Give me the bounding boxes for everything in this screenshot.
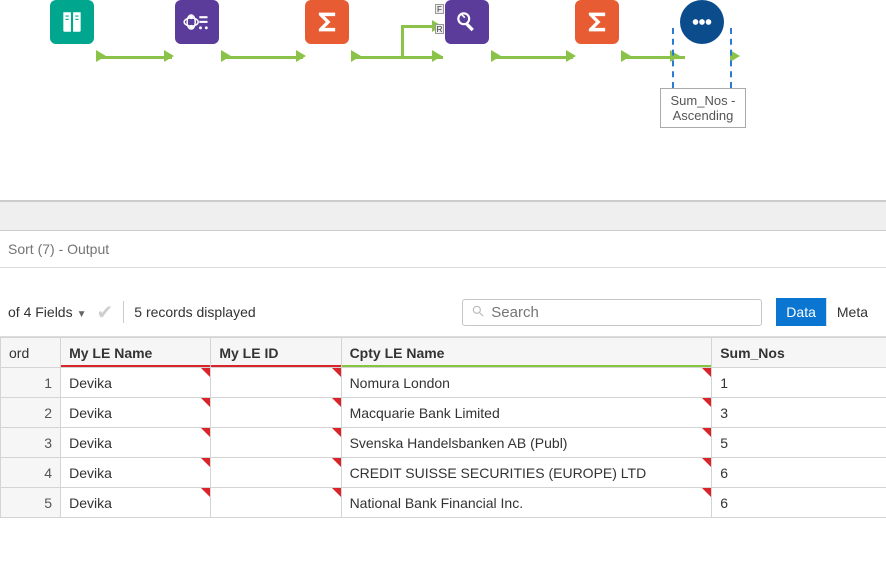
apply-check-button[interactable]: ✔ bbox=[97, 300, 114, 325]
tool-summarize[interactable] bbox=[575, 0, 619, 44]
table-row[interactable]: 5Devika National Bank Financial Inc.6 bbox=[1, 488, 886, 518]
join-badge-r: R bbox=[435, 24, 444, 34]
connection bbox=[100, 56, 172, 59]
col-sum-nos[interactable]: Sum_Nos bbox=[712, 338, 886, 368]
search-icon bbox=[471, 304, 485, 321]
tool-sort[interactable] bbox=[680, 0, 724, 44]
search-input[interactable] bbox=[491, 304, 753, 321]
tool-summarize[interactable] bbox=[305, 0, 349, 44]
join-badge-f: F bbox=[435, 4, 444, 14]
cell-sum-nos: 6 bbox=[712, 488, 886, 518]
chevron-down-icon: ▼ bbox=[77, 309, 87, 320]
anchor-in-icon bbox=[566, 50, 576, 62]
table-row[interactable]: 1DevikaNomura London1 bbox=[1, 368, 886, 398]
cell-my-le-id bbox=[211, 488, 341, 518]
cell-my-le-id bbox=[211, 458, 341, 488]
cell-sum-nos: 3 bbox=[712, 398, 886, 428]
cell-cpty-le-name: Macquarie Bank Limited bbox=[341, 398, 712, 428]
tool-annotation[interactable]: Sum_Nos - Ascending bbox=[660, 88, 746, 128]
cell-my-le-name: Devika bbox=[61, 428, 211, 458]
anchor-out-icon bbox=[621, 50, 631, 62]
anchor-in-icon bbox=[432, 50, 442, 62]
results-panel: Sort (7) - Output of 4 Fields▼ ✔ 5 recor… bbox=[0, 200, 886, 518]
cell-my-le-name: Devika bbox=[61, 398, 211, 428]
book-icon bbox=[59, 9, 85, 35]
anchor-out-icon bbox=[96, 50, 106, 62]
cell-my-le-name: Devika bbox=[61, 488, 211, 518]
cell-sum-nos: 6 bbox=[712, 458, 886, 488]
cell-my-le-name: Devika bbox=[61, 368, 211, 398]
cell-cpty-le-name: CREDIT SUISSE SECURITIES (EUROPE) LTD bbox=[341, 458, 712, 488]
atom-icon bbox=[183, 8, 211, 36]
cell-record: 2 bbox=[1, 398, 61, 428]
anchor-out-icon bbox=[351, 50, 361, 62]
tool-formula[interactable] bbox=[175, 0, 219, 44]
table-row[interactable]: 3Devika Svenska Handelsbanken AB (Publ)5 bbox=[1, 428, 886, 458]
metadata-tab-button[interactable]: Meta bbox=[826, 298, 878, 326]
search-box[interactable] bbox=[462, 299, 762, 326]
table-header-row: ord My LE Name My LE ID Cpty LE Name Sum… bbox=[1, 338, 886, 368]
dots-icon bbox=[689, 9, 715, 35]
cell-my-le-id bbox=[211, 398, 341, 428]
cell-sum-nos: 5 bbox=[712, 428, 886, 458]
cell-record: 3 bbox=[1, 428, 61, 458]
cell-my-le-id bbox=[211, 368, 341, 398]
col-my-le-name[interactable]: My LE Name bbox=[61, 338, 211, 368]
anchor-out-icon bbox=[221, 50, 231, 62]
wrench-icon bbox=[454, 9, 480, 35]
connection bbox=[355, 56, 443, 59]
anchor-in-icon bbox=[296, 50, 306, 62]
col-cpty-le-name[interactable]: Cpty LE Name bbox=[341, 338, 712, 368]
connection bbox=[401, 25, 404, 58]
sigma-icon bbox=[583, 8, 611, 36]
cell-cpty-le-name: National Bank Financial Inc. bbox=[341, 488, 712, 518]
col-my-le-id[interactable]: My LE ID bbox=[211, 338, 341, 368]
connection bbox=[225, 56, 303, 59]
cell-cpty-le-name: Nomura London bbox=[341, 368, 712, 398]
cell-sum-nos: 1 bbox=[712, 368, 886, 398]
records-count-label: 5 records displayed bbox=[134, 304, 255, 320]
data-tab-button[interactable]: Data bbox=[776, 298, 826, 326]
workflow-canvas[interactable]: F R Sum_Nos - Ascending bbox=[0, 0, 886, 200]
sigma-icon bbox=[313, 8, 341, 36]
table-row[interactable]: 4Devika CREDIT SUISSE SECURITIES (EUROPE)… bbox=[1, 458, 886, 488]
results-toolbar: of 4 Fields▼ ✔ 5 records displayed Data … bbox=[0, 288, 886, 337]
results-table[interactable]: ord My LE Name My LE ID Cpty LE Name Sum… bbox=[0, 337, 886, 518]
cell-record: 5 bbox=[1, 488, 61, 518]
divider bbox=[123, 301, 124, 323]
tool-text-input[interactable] bbox=[50, 0, 94, 44]
cell-my-le-id bbox=[211, 428, 341, 458]
cell-record: 4 bbox=[1, 458, 61, 488]
cell-my-le-name: Devika bbox=[61, 458, 211, 488]
annotation-line1: Sum_Nos - bbox=[667, 93, 739, 108]
anchor-out-icon bbox=[491, 50, 501, 62]
fields-selector[interactable]: of 4 Fields▼ bbox=[8, 304, 87, 320]
cell-cpty-le-name: Svenska Handelsbanken AB (Publ) bbox=[341, 428, 712, 458]
connection bbox=[495, 56, 573, 59]
cell-record: 1 bbox=[1, 368, 61, 398]
panel-title: Sort (7) - Output bbox=[0, 231, 886, 268]
col-record[interactable]: ord bbox=[1, 338, 61, 368]
tool-find-replace[interactable]: F R bbox=[445, 0, 489, 44]
anchor-in-icon bbox=[164, 50, 174, 62]
annotation-line2: Ascending bbox=[667, 108, 739, 123]
table-row[interactable]: 2Devika Macquarie Bank Limited3 bbox=[1, 398, 886, 428]
